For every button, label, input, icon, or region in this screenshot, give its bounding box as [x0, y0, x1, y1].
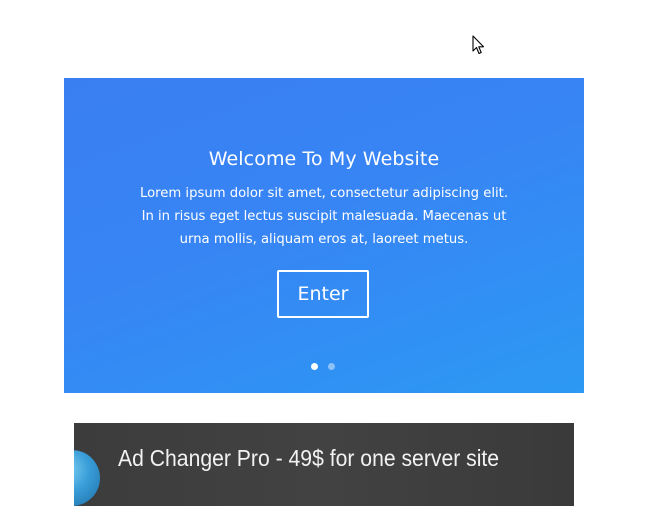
hero-slider: Welcome To My Website Lorem ipsum dolor …	[64, 78, 584, 393]
hero-description: Lorem ipsum dolor sit amet, consectetur …	[139, 186, 509, 247]
hero-title: Welcome To My Website	[208, 148, 440, 170]
ad-banner[interactable]: Ad Changer Pro - 49$ for one server site	[74, 423, 574, 506]
mouse-pointer-icon	[472, 35, 485, 55]
slider-dot-1[interactable]	[311, 363, 318, 370]
globe-icon	[74, 450, 100, 506]
slider-dot-2[interactable]	[328, 363, 335, 370]
enter-button[interactable]: Enter	[277, 270, 369, 318]
ad-banner-text: Ad Changer Pro - 49$ for one server site	[118, 445, 500, 471]
